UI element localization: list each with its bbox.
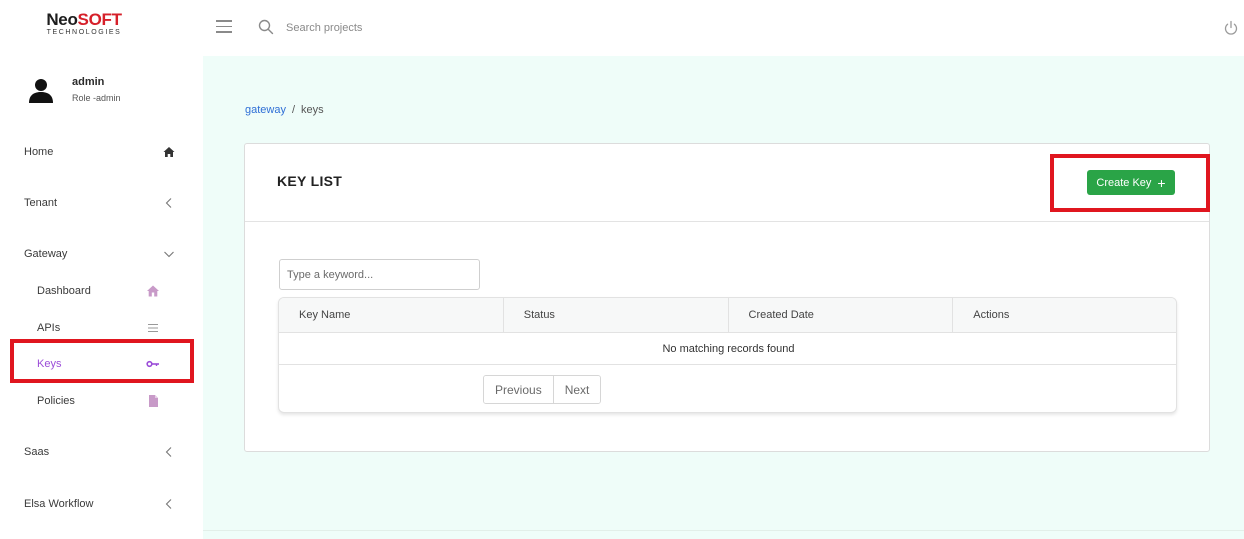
breadcrumb-current: keys (301, 104, 324, 116)
user-avatar-icon (29, 79, 53, 103)
hamburger-icon[interactable] (216, 20, 232, 34)
sidebar-item-label: Gateway (24, 248, 68, 260)
sidebar-item-label: Policies (37, 395, 75, 407)
chevron-left-icon (165, 447, 172, 457)
chevron-left-icon (165, 499, 172, 509)
column-header-status[interactable]: Status (504, 298, 729, 333)
logo-subtext: TECHNOLOGIES (46, 29, 122, 36)
search-input[interactable] (286, 18, 486, 38)
search-icon[interactable] (258, 19, 274, 35)
house-icon (147, 285, 159, 297)
sidebar-item-label: Dashboard (37, 285, 91, 297)
breadcrumb-separator: / (291, 104, 296, 116)
sidebar-item-label: Keys (37, 358, 62, 370)
key-icon (146, 360, 159, 368)
sidebar-item-policies[interactable]: Policies (0, 390, 203, 414)
sidebar-item-label: Saas (24, 446, 50, 458)
sidebar-item-apis[interactable]: APIs (0, 317, 203, 341)
sidebar-item-keys[interactable]: Keys (0, 353, 203, 377)
breadcrumb-link-gateway[interactable]: gateway (245, 104, 286, 116)
column-header-created-date[interactable]: Created Date (729, 298, 954, 333)
key-list-card: KEY LIST Create Key + Key Name Status Cr… (244, 143, 1210, 452)
sidebar-item-gateway[interactable]: Gateway (0, 243, 203, 267)
chevron-down-icon (164, 251, 174, 258)
pagination: Previous Next (483, 375, 602, 404)
breadcrumb: gateway / keys (245, 104, 324, 116)
sidebar-item-tenant[interactable]: Tenant (0, 192, 203, 216)
main-footer-strip (203, 530, 1244, 539)
power-icon[interactable] (1223, 20, 1239, 36)
user-name: admin (72, 76, 105, 88)
card-header: KEY LIST Create Key + (245, 144, 1209, 222)
sidebar-item-label: APIs (37, 322, 61, 334)
plus-icon: + (1157, 174, 1166, 191)
user-role: Role -admin (72, 93, 121, 103)
create-key-label: Create Key (1096, 176, 1152, 189)
sidebar-item-dashboard[interactable]: Dashboard (0, 280, 203, 304)
chevron-left-icon (165, 198, 172, 208)
sidebar-item-label: Elsa Workflow (24, 498, 94, 510)
sidebar-item-saas[interactable]: Saas (0, 441, 203, 465)
previous-page-button[interactable]: Previous (484, 376, 553, 403)
keyword-search-input[interactable] (279, 259, 480, 290)
home-icon (163, 147, 175, 157)
top-bar: NeoSOFT TECHNOLOGIES (0, 0, 1244, 56)
next-page-button[interactable]: Next (552, 376, 601, 403)
document-icon (149, 395, 158, 407)
logo-text-soft: SOFT (77, 10, 122, 29)
sidebar-item-home[interactable]: Home (0, 141, 203, 165)
table-header: Key Name Status Created Date Actions (279, 298, 1176, 333)
sidebar-item-label: Home (24, 146, 54, 158)
create-key-button[interactable]: Create Key + (1087, 170, 1175, 195)
logo-text-neo: Neo (46, 10, 78, 29)
neosoft-logo[interactable]: NeoSOFT TECHNOLOGIES (42, 11, 126, 37)
column-header-key-name[interactable]: Key Name (279, 298, 504, 333)
page-title: KEY LIST (277, 173, 343, 189)
list-icon (148, 324, 158, 332)
sidebar-item-elsa-workflow[interactable]: Elsa Workflow (0, 493, 203, 517)
column-header-actions[interactable]: Actions (953, 298, 1176, 333)
sidebar-item-label: Tenant (24, 197, 58, 209)
keys-table: Key Name Status Created Date Actions No … (278, 297, 1177, 413)
empty-table-message: No matching records found (279, 333, 1176, 365)
